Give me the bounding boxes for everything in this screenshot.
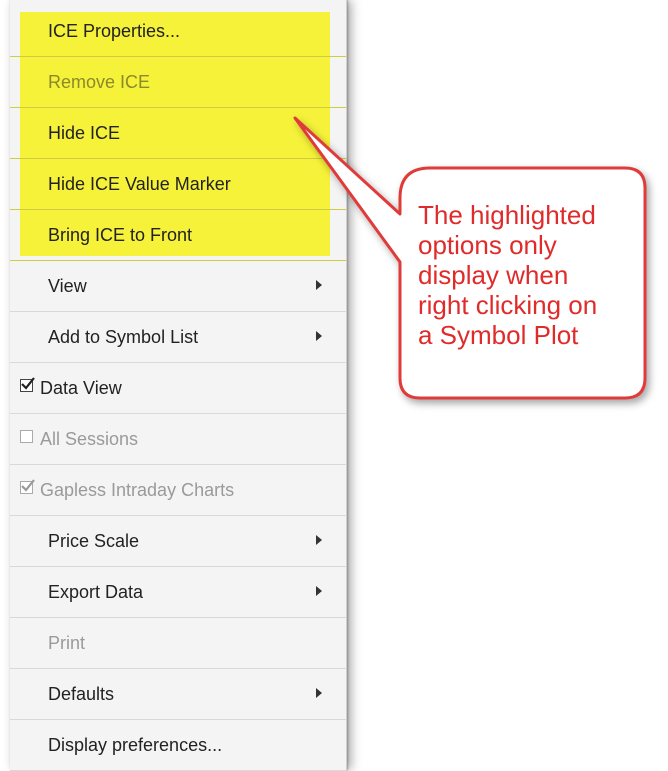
callout-line: display when — [418, 260, 569, 290]
callout-line: a Symbol Plot — [418, 320, 579, 350]
callout-text: The highlighted options only display whe… — [418, 200, 648, 350]
callout-line: right clicking on — [418, 290, 598, 320]
callout-bubble — [293, 116, 647, 400]
callout-line: options only — [418, 230, 557, 260]
callout-line: The highlighted — [418, 200, 596, 230]
